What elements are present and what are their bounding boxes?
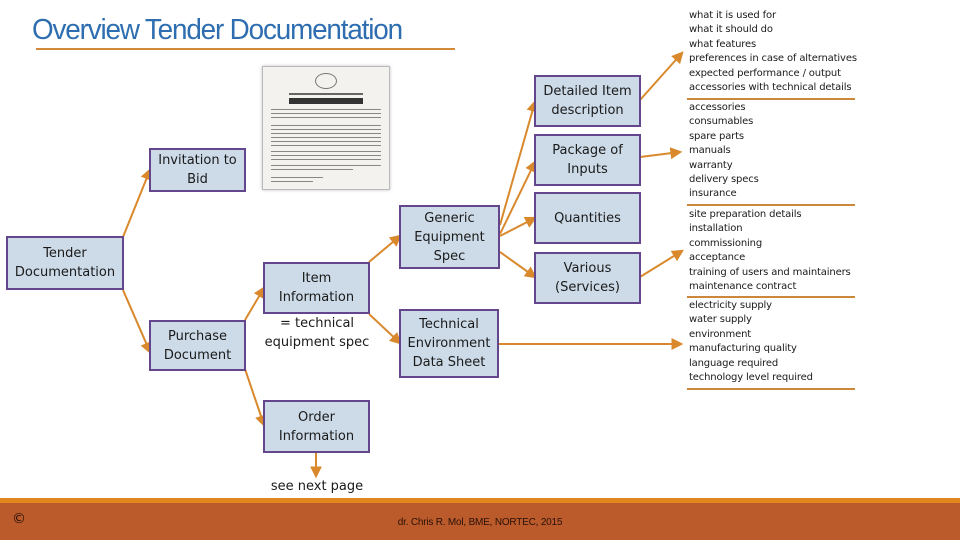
list-item: accessories with technical details [689, 82, 852, 94]
arrow-generic-to-quantities [499, 216, 538, 237]
arrow-generic-to-various [499, 251, 537, 279]
list-item: acceptance [689, 252, 746, 264]
item-information-caption: = technical equipment spec [264, 316, 370, 350]
arrow-generic-to-detailed [499, 99, 539, 226]
list-detailed-item-description: what it is used for what it should do wh… [689, 9, 869, 95]
list-item: commissioning [689, 237, 763, 249]
arrow-various-to-list [639, 249, 685, 278]
list-item: environment [689, 328, 752, 340]
footer-credit: dr. Chris R. Mol, BME, NORTEC, 2015 [397, 517, 563, 528]
list-item: consumables [689, 116, 754, 128]
list-item: technology level required [689, 372, 813, 384]
invitation-document-thumbnail [262, 66, 390, 190]
list-item: delivery specs [689, 174, 759, 186]
footer: © dr. Chris R. Mol, BME, NORTEC, 2015 [0, 503, 960, 540]
list-divider [687, 388, 855, 390]
node-quantities: Quantities [534, 192, 641, 244]
arrow-tender-to-purchase [122, 289, 152, 355]
node-generic-equipment-spec: Generic Equipment Spec [399, 205, 500, 269]
seal-icon [315, 73, 337, 89]
list-divider [687, 296, 855, 298]
node-tender-documentation: Tender Documentation [6, 236, 124, 290]
page-title: Overview Tender Documentation [32, 14, 403, 46]
node-detailed-item-description: Detailed Item description [534, 75, 641, 127]
see-next-page-label: see next page [270, 479, 364, 494]
list-item: site preparation details [689, 209, 802, 220]
list-item: manuals [689, 145, 731, 157]
list-item: water supply [689, 314, 752, 326]
node-invitation-to-bid: Invitation to Bid [149, 148, 246, 192]
arrow-generic-to-package [499, 159, 537, 235]
list-item: warranty [689, 159, 733, 171]
list-divider [687, 98, 855, 100]
node-item-information: Item Information [263, 262, 370, 314]
list-item: installation [689, 223, 743, 235]
arrow-item-to-generic [368, 234, 402, 263]
list-technical-environment: electricity supply water supply environm… [689, 299, 869, 385]
list-item: language required [689, 357, 779, 369]
list-package-of-inputs: accessories consumables spare parts manu… [689, 101, 869, 202]
list-divider [687, 204, 855, 206]
list-item: accessories [689, 102, 746, 113]
list-item: expected performance / output [689, 67, 841, 79]
arrow-package-to-list [639, 147, 683, 160]
list-item: preferences in case of alternatives [689, 53, 857, 65]
list-item: spare parts [689, 130, 744, 142]
title-underline [36, 48, 455, 50]
list-item: training of users and maintainers [689, 266, 851, 278]
node-various-services: Various (Services) [534, 252, 641, 304]
arrow-tender-to-invitation [122, 167, 152, 238]
node-order-information: Order Information [263, 400, 370, 453]
list-item: what it is used for [689, 10, 776, 21]
list-item: manufacturing quality [689, 343, 797, 355]
node-purchase-document: Purchase Document [149, 320, 246, 371]
list-item: what it should do [689, 24, 773, 36]
list-item: maintenance contract [689, 281, 797, 293]
arrow-purchase-to-order [244, 368, 267, 428]
node-package-of-inputs: Package of Inputs [534, 134, 641, 186]
list-item: insurance [689, 188, 737, 200]
list-item: what features [689, 38, 757, 50]
arrow-detailed-to-list [639, 51, 684, 101]
node-technical-environment-data-sheet: Technical Environment Data Sheet [399, 309, 499, 378]
list-item: electricity supply [689, 300, 772, 311]
list-various-services: site preparation details installation co… [689, 208, 869, 294]
